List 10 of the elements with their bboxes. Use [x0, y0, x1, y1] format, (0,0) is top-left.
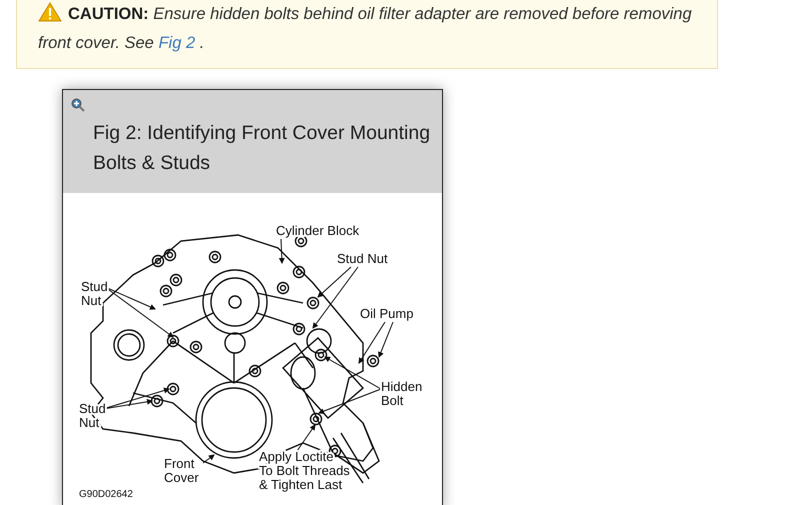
callout-label: Cylinder Block	[276, 223, 360, 238]
figure-link[interactable]: Fig 2	[158, 34, 196, 52]
callout-label: Front Cover	[164, 456, 199, 485]
callout-label: Stud Nut	[337, 251, 388, 266]
callout-label: Stud Nut	[81, 279, 108, 308]
figure-title: Fig 2: Identifying Front Cover Mounting Bolts & Studs	[93, 121, 432, 176]
figure-code: G90D02642	[79, 489, 133, 500]
callout-label: Hidden Bolt	[381, 379, 422, 408]
callout-label: Oil Pump	[360, 306, 414, 321]
caution-text: CAUTION: Ensure hidden bolts behind oil filter adapter are removed before removing front cover. See Fig 2 .	[38, 0, 697, 58]
